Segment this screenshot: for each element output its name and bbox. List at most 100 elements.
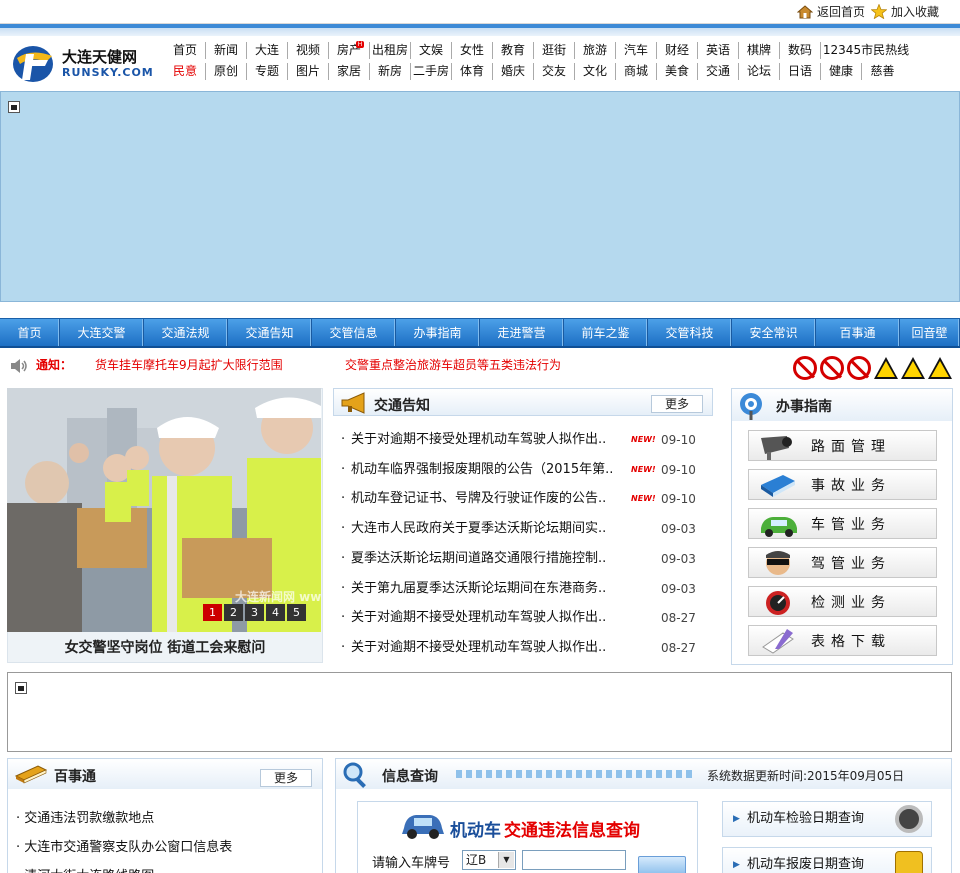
notice-list-item[interactable]: · 关于对逾期不接受处理机动车驾驶人拟作出.. 08-27 [341, 607, 703, 629]
slider-page-button[interactable]: 3 [245, 604, 264, 621]
guide-item-button[interactable]: 事故业务 [748, 469, 937, 500]
notice-list-item[interactable]: · 关于对逾期不接受处理机动车驾驶人拟作出.. NEW! 09-10 [341, 429, 703, 451]
notices-more-button[interactable]: 更多 [651, 395, 703, 413]
notice-item-2[interactable]: 交警重点整治旅游车超员等五类违法行为 [345, 356, 561, 373]
nav-link[interactable]: 婚庆 [493, 63, 534, 80]
notice-title[interactable]: 关于对逾期不接受处理机动车驾驶人拟作出.. [351, 607, 631, 629]
menu-item[interactable]: 走进警营 [480, 319, 564, 346]
nav-link[interactable]: 教育 [493, 42, 534, 59]
nav-link[interactable]: 交友 [534, 63, 575, 80]
notice-list-item[interactable]: · 大连市人民政府关于夏季达沃斯论坛期间实.. 09-03 [341, 518, 703, 540]
menu-item[interactable]: 交通告知 [228, 319, 312, 346]
nav-link[interactable]: 原创 [206, 63, 247, 80]
nav-link[interactable]: 慈善 [862, 63, 903, 80]
nav-link[interactable]: 女性 [452, 42, 493, 59]
nav-link[interactable]: 财经 [657, 42, 698, 59]
mid-ad[interactable] [7, 672, 952, 752]
notice-title[interactable]: 关于第九届夏季达沃斯论坛期间在东港商务.. [351, 578, 631, 600]
notice-list-item[interactable]: · 机动车登记证书、号牌及行驶证作废的公告.. NEW! 09-10 [341, 488, 703, 510]
slider-caption[interactable]: 女交警坚守岗位 街道工会来慰问 [7, 636, 323, 660]
query-header: 信息查询 系统数据更新时间:2015年09月05日 [336, 759, 951, 789]
site-logo[interactable]: 大连天健网 RUNSKY.COM [12, 40, 157, 84]
menu-item[interactable]: 大连交警 [60, 319, 144, 346]
notice-title[interactable]: 机动车临界强制报废期限的公告（2015年第.. [351, 459, 631, 481]
menu-item[interactable]: 首页 [0, 319, 60, 346]
notice-title[interactable]: 夏季达沃斯论坛期间道路交通限行措施控制.. [351, 548, 631, 570]
notice-title[interactable]: 关于对逾期不接受处理机动车驾驶人拟作出.. [351, 429, 631, 451]
menu-item[interactable]: 办事指南 [396, 319, 480, 346]
nav-link[interactable]: 视频 [288, 42, 329, 59]
plate-number-input[interactable] [522, 850, 626, 870]
slider-page-button[interactable]: 4 [266, 604, 285, 621]
nav-link[interactable]: 论坛 [739, 63, 780, 80]
notice-date: 09-03 [661, 581, 696, 596]
notice-list-item[interactable]: · 关于第九届夏季达沃斯论坛期间在东港商务.. 09-03 [341, 578, 703, 600]
notice-date: 08-27 [661, 640, 696, 655]
menu-item[interactable]: 前车之鉴 [564, 319, 648, 346]
guide-item-button[interactable]: 表格下载 [748, 625, 937, 656]
notice-date: 09-10 [661, 462, 696, 477]
nav-link[interactable]: 二手房 [411, 63, 452, 80]
guide-item-button[interactable]: 驾管业务 [748, 547, 937, 578]
home-link[interactable]: 返回首页 [797, 3, 865, 20]
nav-link[interactable]: 家居 [329, 63, 370, 80]
guide-item-button[interactable]: 车管业务 [748, 508, 937, 539]
menu-item[interactable]: 交管信息 [312, 319, 396, 346]
notice-title[interactable]: 大连市人民政府关于夏季达沃斯论坛期间实.. [351, 518, 631, 540]
notice-list-item[interactable]: · 机动车临界强制报废期限的公告（2015年第.. NEW! 09-10 [341, 459, 703, 481]
query-link-button[interactable]: ▶ 机动车检验日期查询 [722, 801, 932, 837]
nav-link[interactable]: 文娱 [411, 42, 452, 59]
slider-page-button[interactable]: 2 [224, 604, 243, 621]
nav-link[interactable]: 健康 [821, 63, 862, 80]
notice-list-item[interactable]: · 夏季达沃斯论坛期间道路交通限行措施控制.. 09-03 [341, 548, 703, 570]
notice-list-item[interactable]: · 关于对逾期不接受处理机动车驾驶人拟作出.. 08-27 [341, 637, 703, 659]
slider-page-button[interactable]: 5 [287, 604, 306, 621]
nav-link[interactable]: 棋牌 [739, 42, 780, 59]
top-divider [0, 24, 960, 36]
nav-link[interactable]: 出租房 [370, 42, 411, 59]
nav-link[interactable]: 文化 [575, 63, 616, 80]
nav-link[interactable]: 汽车 [616, 42, 657, 59]
nav-link[interactable]: 日语 [780, 63, 821, 80]
menu-item[interactable]: 回音壁 [900, 319, 960, 346]
nav-link[interactable]: 数码 [780, 42, 821, 59]
nav-link[interactable]: 首页 [165, 42, 206, 59]
menu-item[interactable]: 交通法规 [144, 319, 228, 346]
nav-link[interactable]: 交通 [698, 63, 739, 80]
guide-item-button[interactable]: 检测业务 [748, 586, 937, 617]
plate-prefix-select[interactable]: 辽B ▼ [462, 850, 516, 870]
menu-item[interactable]: 安全常识 [732, 319, 816, 346]
nav-link[interactable]: 专题 [247, 63, 288, 80]
baishitong-list-item[interactable]: · 清河大街大连路线路图 [16, 865, 154, 873]
nav-link[interactable]: 图片 [288, 63, 329, 80]
query-link-button[interactable]: ▶ 机动车报废日期查询 [722, 847, 932, 873]
nav-link[interactable]: 英语 [698, 42, 739, 59]
slider-image[interactable]: 大连新闻网 www.dlxww.com [7, 388, 321, 632]
nav-link[interactable]: 体育 [452, 63, 493, 80]
nav-link[interactable]: 商城 [616, 63, 657, 80]
query-submit-button[interactable] [638, 856, 686, 873]
notice-title[interactable]: 关于对逾期不接受处理机动车驾驶人拟作出.. [351, 637, 631, 659]
header-decoration [456, 770, 696, 778]
notice-item-1[interactable]: 货车挂车摩托车9月起扩大限行范围 [95, 356, 283, 373]
banner-ad[interactable] [0, 91, 960, 302]
ad-placeholder-icon [8, 101, 20, 113]
nav-link[interactable]: 12345市民热线 [821, 42, 911, 59]
menu-item[interactable]: 百事通 [816, 319, 900, 346]
nav-link[interactable]: 旅游 [575, 42, 616, 59]
nav-link[interactable]: 大连 [247, 42, 288, 59]
menu-item[interactable]: 交管科技 [648, 319, 732, 346]
baishitong-list-item[interactable]: · 交通违法罚款缴款地点 [16, 807, 154, 826]
notice-title[interactable]: 机动车登记证书、号牌及行驶证作废的公告.. [351, 488, 631, 510]
nav-link[interactable]: 新闻 [206, 42, 247, 59]
baishitong-list-item[interactable]: · 大连市交通警察支队办公窗口信息表 [16, 836, 232, 855]
favorite-link[interactable]: 加入收藏 [871, 3, 939, 20]
nav-link[interactable]: 民意 [165, 63, 206, 80]
nav-link[interactable]: 美食 [657, 63, 698, 80]
nav-link[interactable]: 新房 [370, 63, 411, 80]
guide-item-button[interactable]: 路面管理 [748, 430, 937, 461]
nav-link[interactable]: 逛街 [534, 42, 575, 59]
baishitong-more-button[interactable]: 更多 [260, 769, 312, 787]
slider-page-button[interactable]: 1 [203, 604, 222, 621]
house-icon [797, 4, 813, 18]
